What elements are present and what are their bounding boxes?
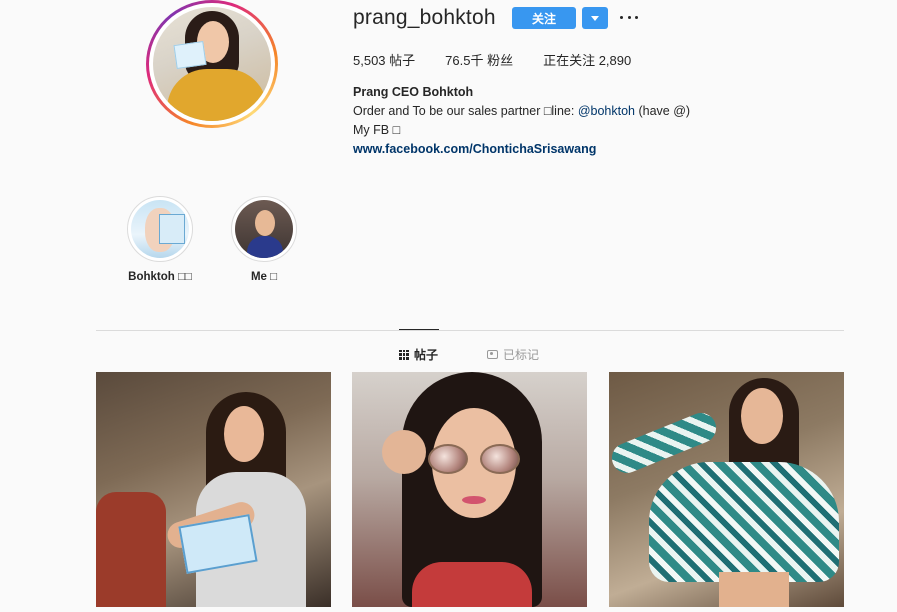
followers-count[interactable]: 76.5千 粉丝 xyxy=(445,50,513,69)
tabs-divider xyxy=(96,330,844,331)
bio-line-2: My FB □ xyxy=(353,123,401,137)
tagged-icon xyxy=(487,350,498,359)
highlight-label: Bohktoh □□ xyxy=(128,271,192,283)
post-thumbnail[interactable] xyxy=(96,372,331,607)
bio-mention-link[interactable]: @bohktoh xyxy=(578,104,635,118)
grid-icon xyxy=(399,349,409,360)
avatar-photo xyxy=(153,7,271,121)
tab-posts-label: 帖子 xyxy=(414,348,439,362)
profile-stats: 5,503 帖子 76.5千 粉丝 正在关注 2,890 xyxy=(353,50,631,69)
active-tab-indicator xyxy=(399,329,439,330)
profile-bio: Prang CEO Bohktoh Order and To be our sa… xyxy=(353,83,690,159)
highlight-cover xyxy=(235,200,293,258)
bio-line-1: Order and To be our sales partner □line:… xyxy=(353,102,690,121)
more-options-icon[interactable] xyxy=(620,8,638,26)
follow-button[interactable]: 关注 xyxy=(512,7,576,29)
bio-text: Order and To be our sales partner □line: xyxy=(353,104,578,118)
bio-text-suffix: (have @) xyxy=(634,104,691,118)
chevron-down-icon xyxy=(591,15,599,21)
story-highlight[interactable]: Bohktoh □□ xyxy=(115,196,205,283)
highlight-cover xyxy=(131,200,189,258)
tab-posts[interactable]: 帖子 xyxy=(399,346,438,363)
posts-count[interactable]: 5,503 帖子 xyxy=(353,50,415,69)
highlight-label: Me □ xyxy=(250,271,278,283)
follow-dropdown-button[interactable] xyxy=(582,7,608,29)
profile-username: prang_bohktoh xyxy=(353,6,496,29)
story-highlight[interactable]: Me □ xyxy=(219,196,309,283)
bio-full-name: Prang CEO Bohktoh xyxy=(353,85,474,99)
following-count[interactable]: 正在关注 2,890 xyxy=(543,50,631,69)
bio-website-link[interactable]: www.facebook.com/ChontichaSrisawang xyxy=(353,140,690,159)
post-thumbnail[interactable] xyxy=(609,372,844,607)
post-thumbnail[interactable] xyxy=(352,372,587,607)
tab-tagged[interactable]: 已标记 xyxy=(487,346,539,363)
tab-tagged-label: 已标记 xyxy=(503,348,540,362)
profile-avatar[interactable] xyxy=(146,0,278,128)
